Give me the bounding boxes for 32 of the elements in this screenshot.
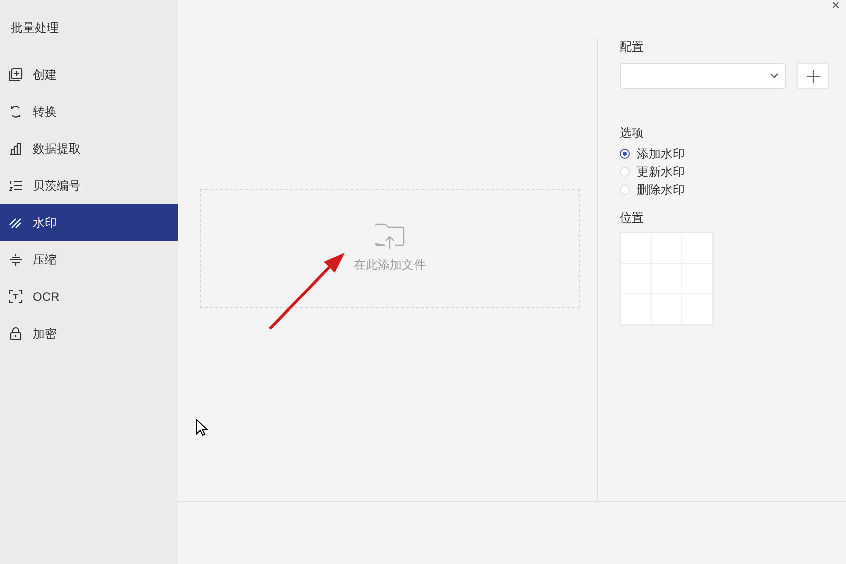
- plus-icon: [806, 70, 820, 82]
- numbered-list-icon: [9, 178, 23, 192]
- chevron-down-icon: [770, 73, 779, 79]
- position-label: 位置: [620, 210, 644, 227]
- sidebar-item[interactable]: 数据提取: [0, 130, 178, 167]
- radio-option[interactable]: 更新水印: [620, 163, 685, 181]
- add-document-icon: [9, 68, 23, 82]
- sidebar-item[interactable]: 创建: [0, 56, 178, 93]
- text-scan-icon: [9, 290, 23, 304]
- close-button[interactable]: ×: [830, 0, 842, 12]
- folder-upload-icon: [374, 222, 406, 250]
- lock-icon: [9, 326, 23, 340]
- radio-option[interactable]: 删除水印: [620, 181, 685, 199]
- radio-option[interactable]: 添加水印: [620, 145, 685, 163]
- drop-hint: 在此添加文件: [354, 256, 426, 274]
- refresh-icon: [9, 104, 23, 118]
- add-button[interactable]: [797, 63, 829, 89]
- bar-chart-icon: [9, 142, 23, 156]
- sidebar-item[interactable]: 加密: [0, 315, 178, 352]
- config-label: 配置: [620, 39, 644, 56]
- sidebar-item[interactable]: 压缩: [0, 241, 178, 278]
- sidebar-item[interactable]: 转换: [0, 93, 178, 130]
- config-dropdown[interactable]: [620, 63, 786, 89]
- sidebar-item[interactable]: 贝茨编号: [0, 167, 178, 204]
- sidebar-title: 批量处理: [10, 20, 59, 37]
- sidebar-item[interactable]: 水印: [0, 204, 178, 241]
- options-label: 选项: [620, 125, 644, 142]
- radio-button[interactable]: [620, 149, 630, 159]
- sidebar-item[interactable]: OCR: [0, 278, 178, 315]
- diagonal-lines-icon: [9, 216, 23, 230]
- mouse-cursor-icon: [196, 419, 208, 437]
- compress-icon: [9, 252, 23, 266]
